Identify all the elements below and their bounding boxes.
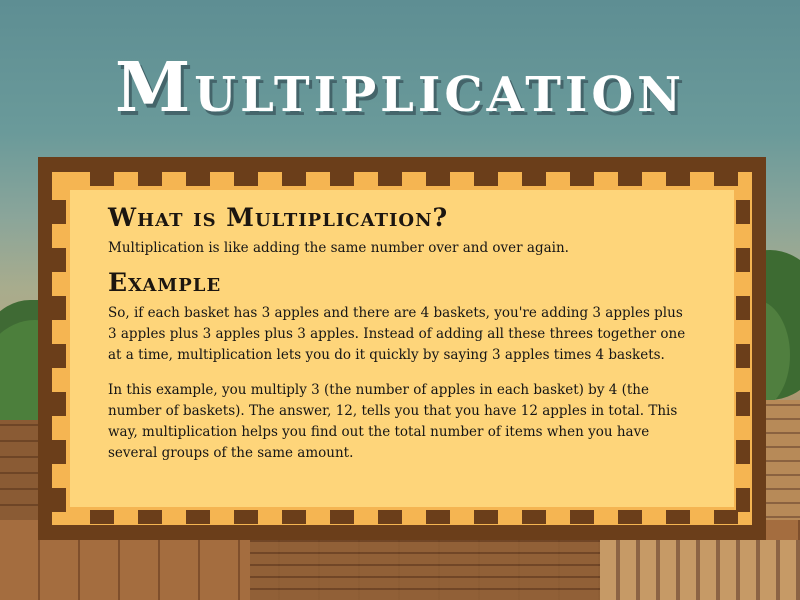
frame-pixel [522, 510, 546, 524]
example-heading: Example [108, 268, 222, 297]
frame-pixel [52, 392, 66, 416]
frame-pixel [282, 172, 306, 186]
example-paragraph-2: In this example, you multiply 3 (the num… [108, 382, 678, 461]
frame-pixel [52, 248, 66, 272]
frame-pixel [52, 296, 66, 320]
frame-pixel [90, 172, 114, 186]
frame-pixel [570, 172, 594, 186]
wooden-fence [600, 540, 800, 600]
frame-pixel [666, 510, 690, 524]
frame-pixel [52, 344, 66, 368]
frame-pixel [186, 172, 210, 186]
frame-pixel [736, 488, 750, 512]
panel-content: What is Multiplication? Multiplication i… [108, 203, 688, 464]
frame-pixel [736, 248, 750, 272]
what-text: Multiplication is like adding the same n… [108, 240, 569, 256]
frame-pixel [666, 172, 690, 186]
frame-pixel [186, 510, 210, 524]
frame-pixel [138, 510, 162, 524]
frame-pixel [474, 510, 498, 524]
frame-pixel [426, 172, 450, 186]
frame-pixel [282, 510, 306, 524]
frame-pixel [474, 172, 498, 186]
frame-pixel [618, 510, 642, 524]
frame-pixel [618, 172, 642, 186]
frame-pixel [736, 392, 750, 416]
frame-pixel [736, 296, 750, 320]
frame-pixel [570, 510, 594, 524]
frame-pixel [234, 172, 258, 186]
frame-pixel [330, 510, 354, 524]
frame-pixel [52, 488, 66, 512]
frame-pixel [90, 510, 114, 524]
frame-pixel [426, 510, 450, 524]
frame-pixel [522, 172, 546, 186]
frame-pixel [736, 440, 750, 464]
frame-pixel [234, 510, 258, 524]
frame-pixel [330, 172, 354, 186]
stone-stairs [250, 535, 610, 600]
frame-pixel [138, 172, 162, 186]
frame-pixel [714, 172, 738, 186]
frame-pixel [52, 200, 66, 224]
frame-pixel [736, 200, 750, 224]
frame-pixel [52, 440, 66, 464]
frame-pixel [736, 344, 750, 368]
frame-pixel [714, 510, 738, 524]
frame-pixel [378, 510, 402, 524]
page-title: Multiplication [114, 48, 686, 128]
example-paragraph-1: So, if each basket has 3 apples and ther… [108, 305, 686, 363]
frame-pixel [378, 172, 402, 186]
what-heading: What is Multiplication? [108, 203, 449, 232]
